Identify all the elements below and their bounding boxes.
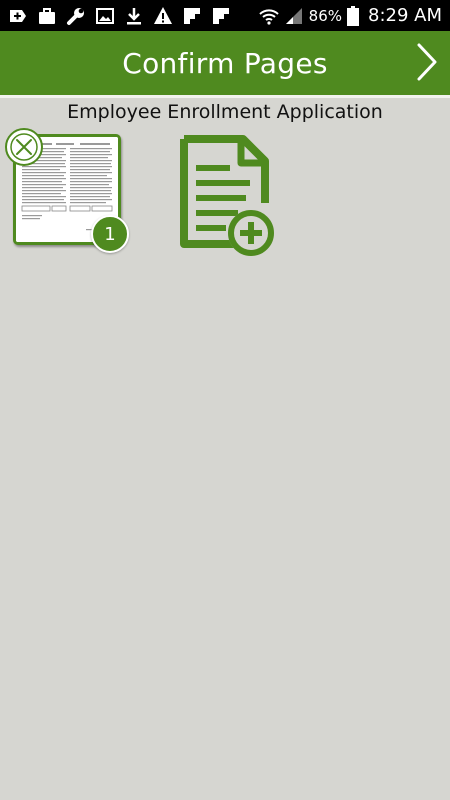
warning-icon [154,6,172,24]
header-divider [0,95,450,98]
flipboard-icon [213,7,229,24]
remove-page-button[interactable] [5,128,43,166]
status-time: 8:29 AM [368,5,442,26]
battery-icon [347,5,359,26]
battery-percent: 86% [308,6,342,25]
add-document-icon [180,135,274,256]
status-bar: 86% 8:29 AM [0,0,450,31]
chevron-right-icon [417,43,437,81]
download-icon [127,7,141,24]
briefcase-icon [39,7,55,24]
page-number: 1 [104,223,116,245]
signal-icon [285,7,302,24]
page-number-badge: 1 [91,215,129,253]
add-page-button[interactable] [177,133,279,257]
app-header: Confirm Pages [0,31,450,95]
wifi-icon [258,8,279,25]
add-box-icon [10,9,26,22]
wrench-icon [67,7,84,25]
next-button[interactable] [412,39,442,85]
image-icon [96,7,114,24]
page-title: Confirm Pages [122,46,328,80]
flipboard-icon [184,7,200,24]
document-title: Employee Enrollment Application [67,101,383,123]
close-icon [10,133,38,161]
